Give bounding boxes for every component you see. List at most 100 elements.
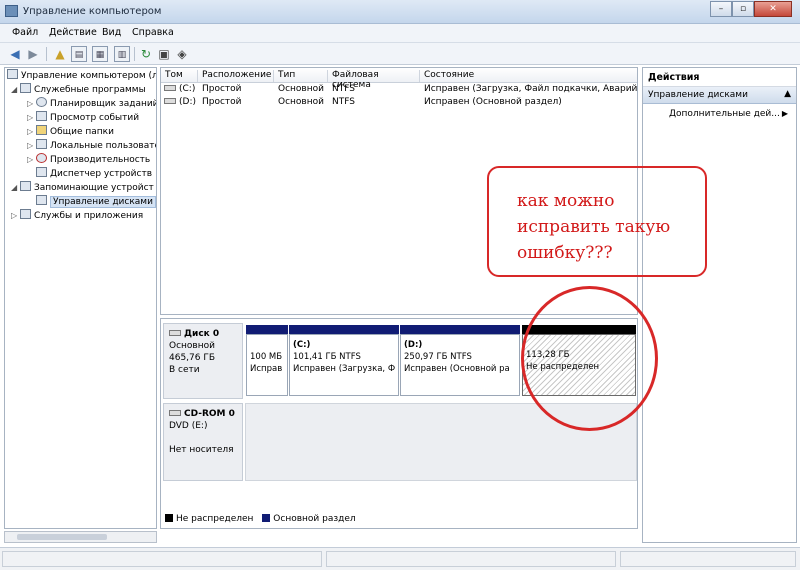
tree-item-label: Службы и приложения: [34, 211, 144, 221]
actions-title: Действия: [643, 68, 796, 87]
minimize-button[interactable]: –: [710, 1, 732, 17]
properties-icon[interactable]: ▦: [92, 46, 108, 62]
tree-item-disk-management[interactable]: Управление дисками: [36, 195, 156, 209]
tree-item-system-tools[interactable]: ◢ Служебные программы: [11, 83, 146, 97]
cell-type: Основной: [278, 84, 324, 94]
cell-status: Исправен (Основной раздел): [424, 97, 562, 107]
cdrom-type: DVD (E:): [169, 421, 208, 431]
actions-group-label: Управление дисками: [648, 90, 748, 100]
disk0-size: 465,76 ГБ: [169, 353, 216, 363]
menu-action[interactable]: Действие: [49, 27, 97, 38]
expand-arrow-icon[interactable]: ▷: [27, 139, 36, 153]
window-title: Управление компьютером: [23, 6, 162, 17]
refresh-icon[interactable]: ↻: [138, 46, 154, 62]
scrollbar-thumb[interactable]: [17, 534, 107, 540]
up-folder-icon[interactable]: ▲: [52, 46, 68, 62]
tree-item-label: Запоминающие устройст: [34, 183, 154, 193]
disk0-title: Диск 0: [169, 328, 242, 340]
collapse-arrow-icon[interactable]: ◢: [11, 83, 20, 97]
partition-c[interactable]: (C:) 101,41 ГБ NTFS Исправен (Загрузка, …: [289, 334, 399, 396]
menu-help[interactable]: Справка: [132, 27, 174, 38]
partition-size: 101,41 ГБ NTFS: [293, 352, 361, 362]
cell-layout: Простой: [202, 97, 242, 107]
console-tree: Управление компьютером (л ◢ Служебные про…: [4, 67, 157, 529]
column-type[interactable]: Тип: [274, 70, 328, 82]
partition-bar: [400, 325, 520, 334]
actions-group-disk-management[interactable]: Управление дисками ▲: [643, 87, 796, 104]
disk0-label[interactable]: Диск 0 Основной 465,76 ГБ В сети: [163, 323, 243, 399]
column-filesystem[interactable]: Файловая система: [328, 70, 420, 90]
toolbar-separator: [46, 47, 47, 61]
tree-item-label: Производительность: [50, 155, 151, 165]
expand-arrow-icon[interactable]: ▷: [27, 97, 36, 111]
console-tree-icon[interactable]: ▤: [71, 46, 87, 62]
cell-type: Основной: [278, 97, 324, 107]
partition-status: Исправ: [250, 364, 283, 374]
cdrom-label[interactable]: CD-ROM 0 DVD (E:) Нет носителя: [163, 403, 243, 481]
cdrom-status: Нет носителя: [169, 445, 234, 455]
submenu-arrow-icon: ▶: [781, 109, 788, 118]
cell-volume: (D:): [179, 97, 196, 107]
status-bar: [0, 547, 800, 570]
expand-arrow-icon[interactable]: ▷: [27, 111, 36, 125]
tree-item-storage[interactable]: ◢ Запоминающие устройст: [11, 181, 154, 195]
drive-icon: [164, 85, 176, 91]
disk0-name: Диск 0: [184, 329, 220, 339]
tree-item-label: Диспетчер устройств: [50, 169, 153, 179]
table-row[interactable]: (C:) Простой Основной NTFS Исправен (Заг…: [161, 84, 638, 97]
highlight-circle: [521, 286, 658, 431]
disk-management-icon: [36, 195, 47, 205]
more-actions-item[interactable]: Дополнительные дей...: [669, 109, 780, 119]
expand-arrow-icon[interactable]: ▷: [11, 209, 20, 223]
title-bar: Управление компьютером – ▫ ✕: [0, 0, 800, 24]
primary-swatch: [262, 514, 271, 522]
legend-primary: Основной раздел: [273, 514, 356, 524]
partition-d[interactable]: (D:) 250,97 ГБ NTFS Исправен (Основной р…: [400, 334, 520, 396]
help-icon[interactable]: ◈: [174, 46, 190, 62]
tree-item-device-manager[interactable]: Диспетчер устройств: [36, 167, 152, 181]
tree-horizontal-scrollbar[interactable]: [4, 531, 157, 543]
volume-list-header: Том Расположение Тип Файловая система Со…: [161, 68, 638, 90]
menu-view[interactable]: Вид: [102, 27, 121, 38]
collapse-up-icon[interactable]: ▲: [784, 89, 791, 99]
table-row[interactable]: (D:) Простой Основной NTFS Исправен (Осн…: [161, 97, 637, 110]
maximize-button[interactable]: ▫: [732, 1, 754, 17]
tree-root-label: Управление компьютером (л: [21, 71, 157, 81]
performance-icon: [36, 153, 47, 163]
partition-system-reserved[interactable]: 100 МБ Исправ: [246, 334, 288, 396]
tree-item-task-scheduler[interactable]: ▷ Планировщик заданий: [27, 97, 156, 111]
tree-item-event-viewer[interactable]: ▷ Просмотр событий: [27, 111, 139, 125]
column-layout[interactable]: Расположение: [198, 70, 274, 82]
question-annotation: как можно исправить такую ошибку???: [487, 166, 707, 277]
question-text: как можно исправить такую ошибку???: [517, 191, 671, 263]
legend-unallocated: Не распределен: [176, 514, 254, 524]
column-status[interactable]: Состояние: [420, 70, 638, 82]
tree-item-local-users[interactable]: ▷ Локальные пользовате: [27, 139, 157, 153]
menu-file[interactable]: Файл: [12, 27, 38, 38]
partition-status: Исправен (Загрузка, Ф: [293, 364, 396, 374]
partition-bar: [246, 325, 288, 334]
export-list-icon[interactable]: ▣: [156, 46, 172, 62]
status-segment: [326, 551, 616, 567]
tree-item-label: Служебные программы: [34, 85, 146, 95]
collapse-arrow-icon[interactable]: ◢: [11, 181, 20, 195]
status-segment: [2, 551, 322, 567]
tree-item-shared-folders[interactable]: ▷ Общие папки: [27, 125, 114, 139]
back-arrow-icon[interactable]: ◀: [7, 46, 23, 62]
show-hide-action-pane-icon[interactable]: ▥: [114, 46, 130, 62]
forward-arrow-icon[interactable]: ▶: [25, 46, 41, 62]
expand-arrow-icon[interactable]: ▷: [27, 153, 36, 167]
storage-icon: [20, 181, 31, 191]
column-volume[interactable]: Том: [161, 70, 198, 82]
expand-arrow-icon[interactable]: ▷: [27, 125, 36, 139]
tree-item-performance[interactable]: ▷ Производительность: [27, 153, 150, 167]
close-button[interactable]: ✕: [754, 1, 792, 17]
services-icon: [20, 209, 31, 219]
tree-item-services[interactable]: ▷ Службы и приложения: [11, 209, 143, 223]
tree-item-label: Общие папки: [50, 127, 114, 137]
computer-icon: [7, 69, 18, 79]
cell-status: Исправен (Загрузка, Файл подкачки, Авари…: [424, 84, 638, 94]
cell-filesystem: NTFS: [332, 97, 355, 107]
tree-item-label: Локальные пользовате: [50, 141, 157, 151]
tree-root[interactable]: Управление компьютером (л: [7, 69, 157, 83]
